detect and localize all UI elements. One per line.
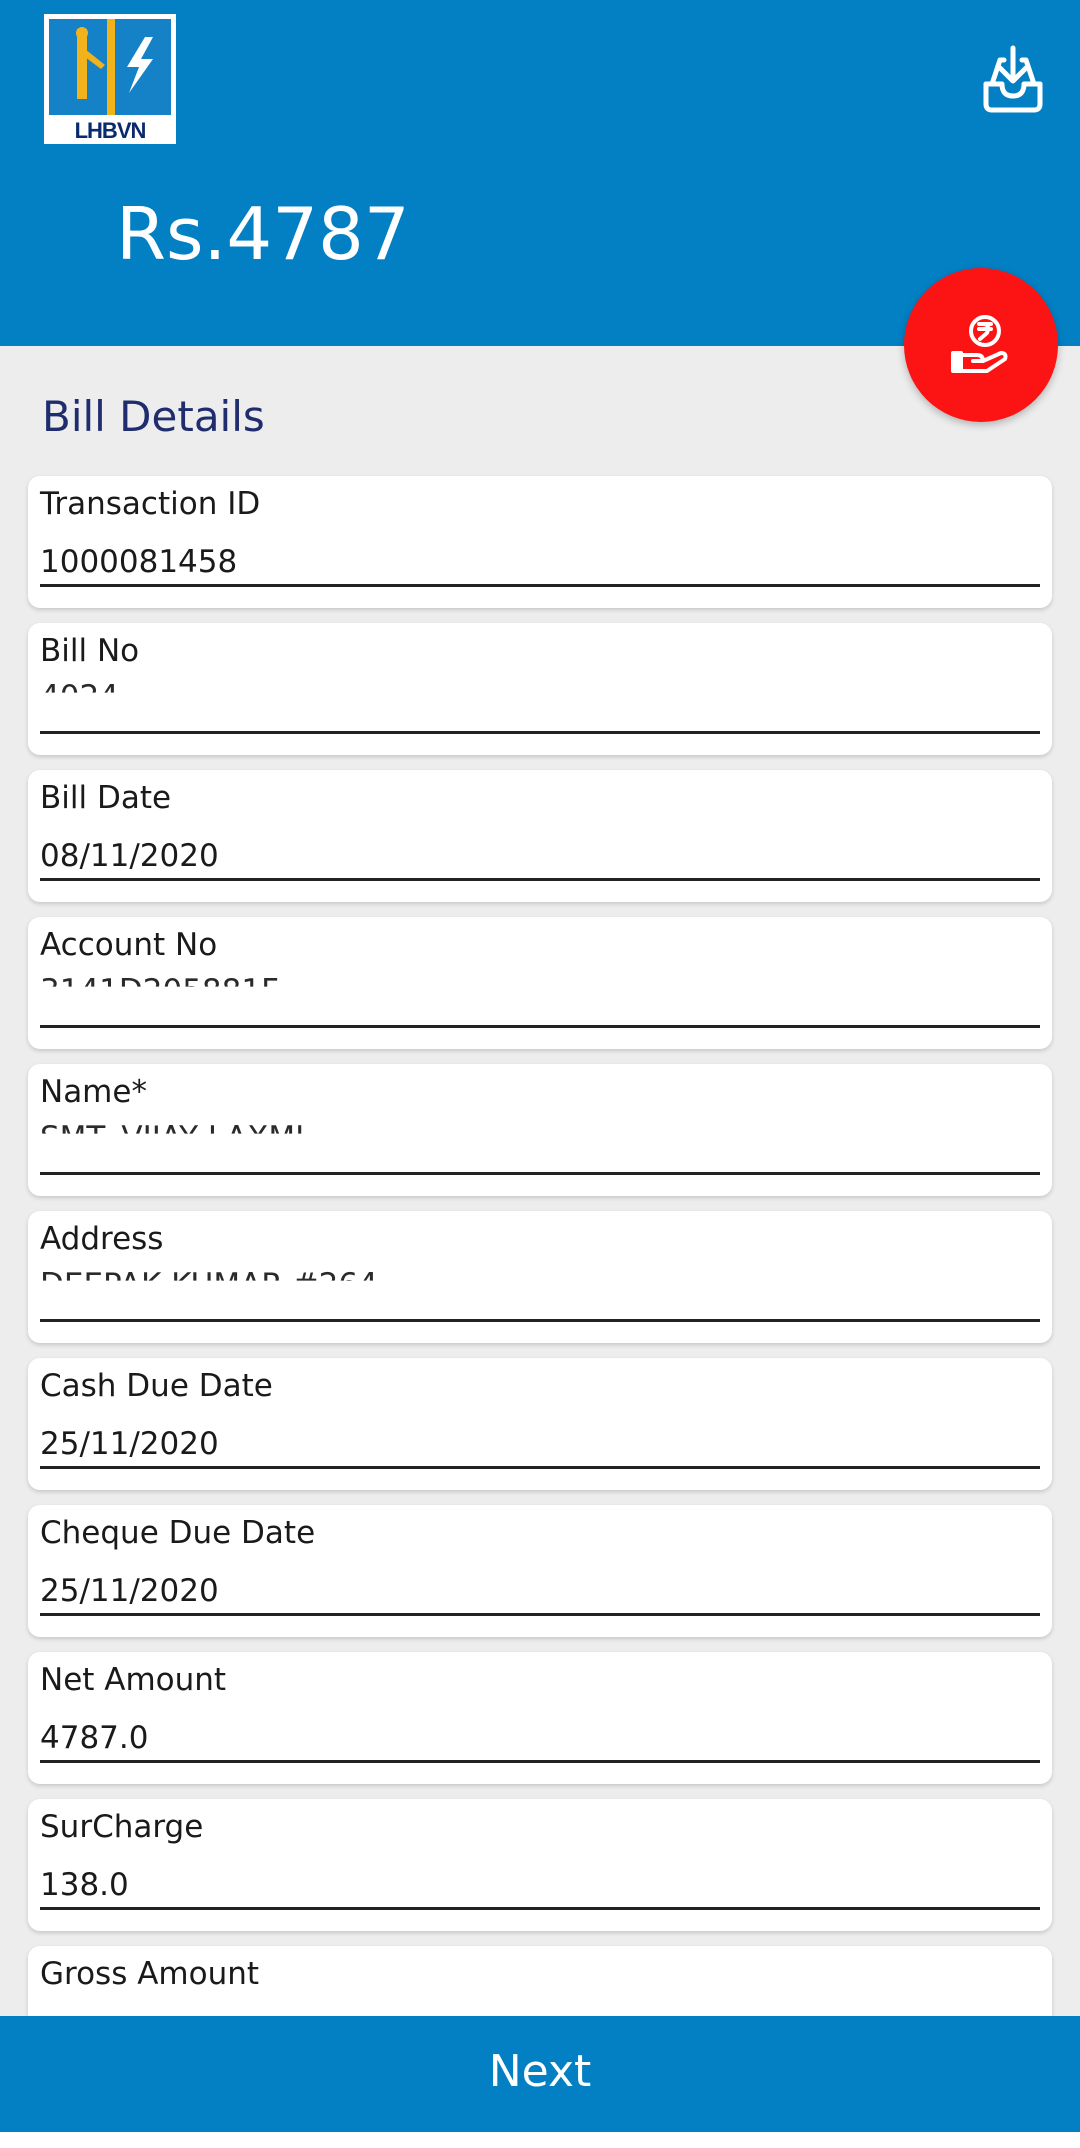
download-tray-icon[interactable] bbox=[980, 44, 1046, 114]
cash-due-date-field[interactable]: Cash Due Date 25/11/2020 bbox=[28, 1358, 1052, 1490]
app-header: LHBVN Rs.4787 bbox=[0, 0, 1080, 346]
name-field[interactable]: Name* SMT. VIJAY LAXMI bbox=[28, 1064, 1052, 1196]
address-label: Address bbox=[40, 1221, 164, 1257]
cheque-due-date-value: 25/11/2020 bbox=[40, 1573, 219, 1609]
logo-text: LHBVN bbox=[74, 118, 147, 143]
account-no-value: 3141D205881F bbox=[40, 973, 279, 1009]
bill-date-field[interactable]: Bill Date 08/11/2020 bbox=[28, 770, 1052, 902]
field-underline bbox=[40, 1907, 1040, 1910]
cash-due-date-value: 25/11/2020 bbox=[40, 1426, 219, 1462]
net-amount-label: Net Amount bbox=[40, 1662, 227, 1698]
bill-date-label: Bill Date bbox=[40, 780, 172, 816]
bill-no-label: Bill No bbox=[40, 633, 140, 669]
lhbvn-logo: LHBVN bbox=[44, 14, 176, 144]
field-underline bbox=[40, 1760, 1040, 1763]
field-underline bbox=[40, 1613, 1040, 1616]
transaction-id-value: 1000081458 bbox=[40, 544, 238, 580]
surcharge-value: 138.0 bbox=[40, 1867, 129, 1903]
next-button[interactable]: Next bbox=[0, 2016, 1080, 2132]
name-label: Name* bbox=[40, 1074, 147, 1110]
net-amount-field[interactable]: Net Amount 4787.0 bbox=[28, 1652, 1052, 1784]
account-no-field[interactable]: Account No 3141D205881F bbox=[28, 917, 1052, 1049]
total-amount: Rs.4787 bbox=[116, 192, 410, 276]
transaction-id-field[interactable]: Transaction ID 1000081458 bbox=[28, 476, 1052, 608]
cheque-due-date-field[interactable]: Cheque Due Date 25/11/2020 bbox=[28, 1505, 1052, 1637]
address-value: DEEPAK KUMAR #264 bbox=[40, 1267, 378, 1303]
surcharge-field[interactable]: SurCharge 138.0 bbox=[28, 1799, 1052, 1931]
cash-due-date-label: Cash Due Date bbox=[40, 1368, 273, 1404]
rupee-hand-pay-icon bbox=[951, 315, 1008, 373]
gross-amount-label: Gross Amount bbox=[40, 1956, 260, 1992]
bottom-strip bbox=[0, 2132, 1080, 2148]
next-button-label: Next bbox=[488, 2046, 592, 2097]
name-value: SMT. VIJAY LAXMI bbox=[40, 1120, 305, 1156]
bill-no-value: 4024 bbox=[40, 679, 119, 715]
account-no-label: Account No bbox=[40, 927, 218, 963]
surcharge-label: SurCharge bbox=[40, 1809, 204, 1845]
field-underline bbox=[40, 1319, 1040, 1322]
bill-details-title: Bill Details bbox=[42, 392, 265, 441]
net-amount-value: 4787.0 bbox=[40, 1720, 149, 1756]
field-underline bbox=[40, 731, 1040, 734]
address-field[interactable]: Address DEEPAK KUMAR #264 bbox=[28, 1211, 1052, 1343]
transaction-id-label: Transaction ID bbox=[40, 486, 261, 522]
bill-no-field[interactable]: Bill No 4024 bbox=[28, 623, 1052, 755]
field-underline bbox=[40, 1172, 1040, 1175]
field-underline bbox=[40, 1466, 1040, 1469]
field-underline bbox=[40, 1025, 1040, 1028]
cheque-due-date-label: Cheque Due Date bbox=[40, 1515, 316, 1551]
field-underline bbox=[40, 584, 1040, 587]
field-underline bbox=[40, 878, 1040, 881]
pay-button[interactable] bbox=[904, 268, 1058, 422]
logo-emblem bbox=[49, 19, 171, 115]
bill-date-value: 08/11/2020 bbox=[40, 838, 219, 874]
